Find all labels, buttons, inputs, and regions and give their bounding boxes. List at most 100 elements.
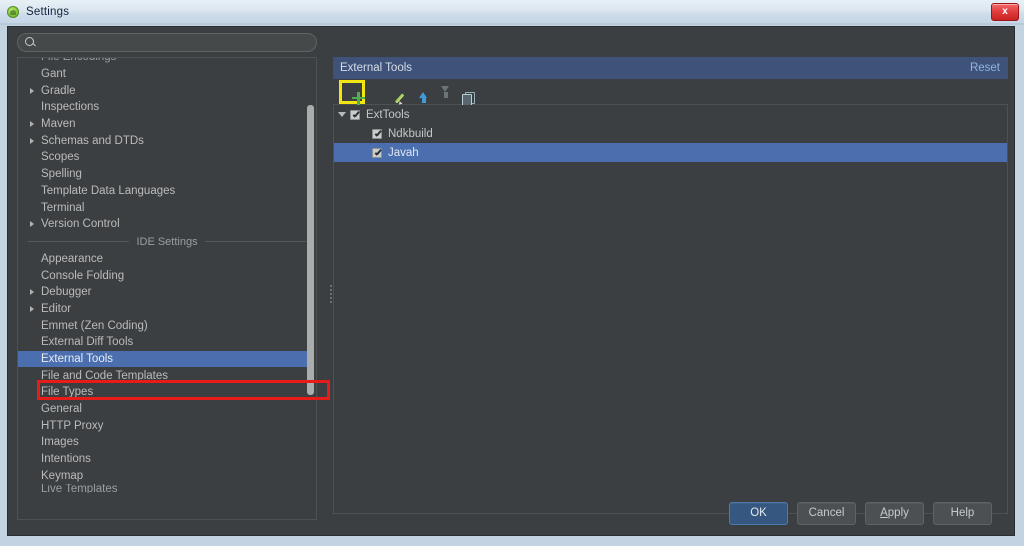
button-label: Help — [950, 507, 975, 519]
tree-row[interactable]: Ndkbuild — [334, 124, 1007, 143]
sidebar-item-label: File Encodings — [41, 57, 117, 64]
search-input[interactable] — [36, 35, 316, 50]
sidebar-item-intentions[interactable]: Intentions — [18, 451, 316, 468]
apply-button[interactable]: Apply — [865, 501, 924, 525]
sidebar-item-label: Editor — [41, 302, 72, 315]
sidebar-item-schemas-and-dtds[interactable]: Schemas and DTDs — [18, 132, 316, 149]
divider — [28, 241, 130, 243]
sidebar-item-inspections[interactable]: Inspections — [18, 99, 316, 116]
checkbox[interactable] — [372, 147, 382, 158]
dialog-button-bar: OK Cancel Apply Help — [8, 500, 1016, 526]
chevron-right-icon[interactable] — [26, 87, 38, 94]
sidebar-item-maven[interactable]: Maven — [18, 116, 316, 133]
move-down-button[interactable] — [429, 82, 451, 102]
tools-toolbar — [333, 79, 1008, 106]
window-frame: File Encodings Gant Gradle Inspections Maven… — [0, 23, 1024, 546]
chevron-right-icon[interactable] — [26, 137, 38, 144]
sidebar-item-file-and-code-templates[interactable]: File and Code Templates — [18, 367, 316, 384]
sidebar-item-scopes[interactable]: Scopes — [18, 149, 316, 166]
sidebar-section-label: IDE Settings — [136, 235, 198, 248]
sidebar-item-file-types[interactable]: File Types — [18, 384, 316, 401]
close-icon[interactable]: x — [991, 3, 1019, 21]
sidebar-item-label: File Types — [41, 386, 94, 399]
sidebar-item-emmet-zen-coding[interactable]: Emmet (Zen Coding) — [18, 317, 316, 334]
settings-sidebar: File Encodings Gant Gradle Inspections Maven… — [17, 33, 332, 520]
tree-row-label: ExtTools — [366, 108, 410, 121]
settings-category-list[interactable]: File Encodings Gant Gradle Inspections Maven… — [17, 57, 317, 520]
sidebar-item-label: Spelling — [41, 168, 82, 181]
sidebar-item-label: Gradle — [41, 84, 76, 97]
remove-button[interactable] — [363, 82, 385, 102]
sidebar-item-external-diff-tools[interactable]: External Diff Tools — [18, 334, 316, 351]
copy-button[interactable] — [451, 82, 475, 106]
sidebar-item-console-folding[interactable]: Console Folding — [18, 267, 316, 284]
window-titlebar: Settings x — [0, 0, 1024, 24]
tools-tree[interactable]: ExtTools Ndkbuild Javah — [333, 105, 1008, 514]
sidebar-item-keymap[interactable]: Keymap — [18, 468, 316, 485]
sidebar-item-live-templates[interactable]: Live Templates — [18, 484, 316, 493]
tree-row[interactable]: ExtTools — [334, 105, 1007, 124]
checkbox[interactable] — [372, 128, 382, 139]
sidebar-item-label: Console Folding — [41, 269, 125, 282]
sidebar-item-label: Inspections — [41, 101, 100, 114]
page-title: External Tools — [340, 62, 413, 74]
sidebar-item-label: Terminal — [41, 201, 85, 214]
ok-button[interactable]: OK — [729, 501, 788, 525]
sidebar-item-label: Gant — [41, 68, 66, 81]
reset-link[interactable]: Reset — [970, 62, 1000, 74]
tree-row-label: Javah — [388, 146, 419, 159]
sidebar-item-version-control[interactable]: Version Control — [18, 216, 316, 233]
sidebar-section-separator: IDE Settings — [18, 233, 316, 251]
sidebar-item-label: Debugger — [41, 286, 92, 299]
tree-row-label: Ndkbuild — [388, 127, 433, 140]
sidebar-item-label: Version Control — [41, 218, 120, 231]
sidebar-item-label: Scopes — [41, 151, 80, 164]
sidebar-item-label: Schemas and DTDs — [41, 134, 144, 147]
sidebar-item-label: Appearance — [41, 252, 104, 265]
chevron-right-icon[interactable] — [26, 289, 38, 296]
sidebar-item-label: Keymap — [41, 469, 84, 482]
sidebar-item-debugger[interactable]: Debugger — [18, 284, 316, 301]
move-up-button[interactable] — [407, 82, 429, 102]
sidebar-item-external-tools[interactable]: External Tools — [18, 350, 309, 368]
button-label: Cancel — [808, 507, 845, 519]
sidebar-item-label: Maven — [41, 118, 76, 131]
sidebar-item-appearance[interactable]: Appearance — [18, 251, 316, 268]
sidebar-item-gant[interactable]: Gant — [18, 66, 316, 83]
panel-header: External Tools Reset — [333, 57, 1008, 79]
settings-dialog: File Encodings Gant Gradle Inspections Maven… — [7, 26, 1015, 536]
sidebar-item-gradle[interactable]: Gradle — [18, 82, 316, 99]
sidebar-item-file-encodings[interactable]: File Encodings — [18, 57, 316, 66]
cancel-button[interactable]: Cancel — [797, 501, 856, 525]
chevron-right-icon[interactable] — [26, 221, 38, 228]
chevron-right-icon[interactable] — [26, 305, 38, 312]
sidebar-item-label: File and Code Templates — [41, 369, 168, 382]
sidebar-item-editor[interactable]: Editor — [18, 301, 316, 318]
sidebar-item-label: External Diff Tools — [41, 336, 134, 349]
checkbox[interactable] — [350, 109, 360, 120]
search-box[interactable] — [17, 33, 317, 52]
sidebar-item-label: Emmet (Zen Coding) — [41, 319, 148, 332]
sidebar-item-general[interactable]: General — [18, 401, 316, 418]
sidebar-item-label: Template Data Languages — [41, 184, 176, 197]
sidebar-item-template-data-languages[interactable]: Template Data Languages — [18, 183, 316, 200]
settings-window: Settings x File Encodings Gant Gradle Inspe… — [0, 0, 1024, 546]
edit-button[interactable] — [385, 82, 407, 102]
android-icon — [6, 5, 20, 19]
sidebar-item-spelling[interactable]: Spelling — [18, 166, 316, 183]
sidebar-item-terminal[interactable]: Terminal — [18, 199, 316, 216]
tree-row[interactable]: Javah — [334, 143, 1007, 162]
add-button[interactable] — [339, 79, 365, 104]
button-label: OK — [750, 507, 767, 519]
sidebar-item-label: Images — [41, 436, 79, 449]
sidebar-item-images[interactable]: Images — [18, 434, 316, 451]
chevron-down-icon[interactable] — [334, 112, 350, 117]
external-tools-panel: External Tools Reset ExtTools Ndkbuild Jav… — [333, 57, 1008, 517]
button-label: Apply — [880, 507, 909, 519]
chevron-right-icon[interactable] — [26, 121, 38, 128]
sidebar-item-http-proxy[interactable]: HTTP Proxy — [18, 417, 316, 434]
sidebar-scrollbar[interactable] — [307, 105, 314, 395]
help-button[interactable]: Help — [933, 501, 992, 525]
sidebar-item-label: External Tools — [41, 353, 114, 366]
sidebar-item-label: Live Templates — [41, 484, 118, 494]
